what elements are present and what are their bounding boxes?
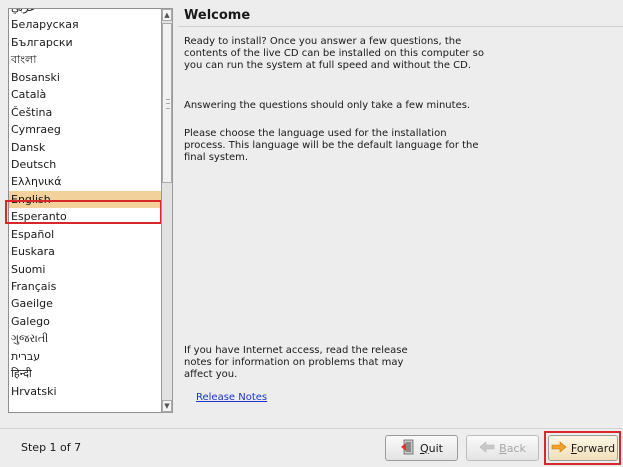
- footer-divider: [0, 428, 623, 429]
- language-item[interactable]: Bosanski: [9, 69, 161, 86]
- language-item[interactable]: עברית: [9, 348, 161, 365]
- scroll-thumb[interactable]: [162, 23, 172, 183]
- language-item[interactable]: Català: [9, 86, 161, 103]
- language-item[interactable]: Galego: [9, 313, 161, 330]
- language-item[interactable]: Български: [9, 34, 161, 51]
- forward-button[interactable]: Forward: [548, 435, 618, 461]
- language-item[interactable]: Deutsch: [9, 156, 161, 173]
- language-item[interactable]: Euskara: [9, 243, 161, 260]
- step-indicator: Step 1 of 7: [21, 441, 82, 454]
- language-instructions: Please choose the language used for the …: [184, 128, 479, 164]
- language-item[interactable]: Cymraeg: [9, 121, 161, 138]
- title-divider: [178, 26, 623, 27]
- page-title: Welcome: [184, 8, 251, 23]
- forward-label: Forward: [570, 441, 616, 455]
- language-item[interactable]: Gaeilge: [9, 295, 161, 312]
- intro-text: Ready to install? Once you answer a few …: [184, 36, 484, 72]
- language-item[interactable]: Suomi: [9, 261, 161, 278]
- language-item[interactable]: Español: [9, 226, 161, 243]
- language-item[interactable]: Ελληνικά: [9, 173, 161, 190]
- back-arrow-icon: [479, 440, 495, 456]
- quit-label: Quit: [419, 441, 443, 455]
- language-item[interactable]: हिन्दी: [9, 365, 161, 382]
- scroll-down-button[interactable]: ▼: [162, 400, 172, 412]
- time-note: Answering the questions should only take…: [184, 100, 471, 111]
- language-item[interactable]: Français: [9, 278, 161, 295]
- language-item[interactable]: Dansk: [9, 139, 161, 156]
- forward-arrow-icon: [551, 440, 567, 456]
- language-list-items: عربيБеларускаяБългарскиবাংলাBosanskiCata…: [9, 9, 161, 400]
- quit-button[interactable]: Quit: [385, 435, 458, 461]
- language-list-scrollbar[interactable]: ▲ ▼: [161, 8, 173, 413]
- quit-icon: [400, 439, 416, 458]
- back-button[interactable]: Back: [466, 435, 539, 461]
- language-item[interactable]: Hrvatski: [9, 383, 161, 400]
- scroll-up-button[interactable]: ▲: [162, 9, 172, 21]
- language-item[interactable]: বাংলা: [9, 51, 161, 68]
- language-item[interactable]: عربي: [9, 9, 161, 16]
- language-list[interactable]: عربيБеларускаяБългарскиবাংলাBosanskiCata…: [8, 8, 162, 413]
- language-item[interactable]: ગુજરાતી: [9, 330, 161, 347]
- release-notes-link[interactable]: Release Notes: [196, 392, 267, 403]
- language-item[interactable]: Esperanto: [9, 208, 161, 225]
- internet-note: If you have Internet access, read the re…: [184, 345, 408, 381]
- language-item[interactable]: Čeština: [9, 104, 161, 121]
- back-label: Back: [499, 441, 526, 455]
- language-item[interactable]: Беларуская: [9, 16, 161, 33]
- grip-icon: [166, 99, 170, 109]
- language-item[interactable]: English: [9, 190, 161, 209]
